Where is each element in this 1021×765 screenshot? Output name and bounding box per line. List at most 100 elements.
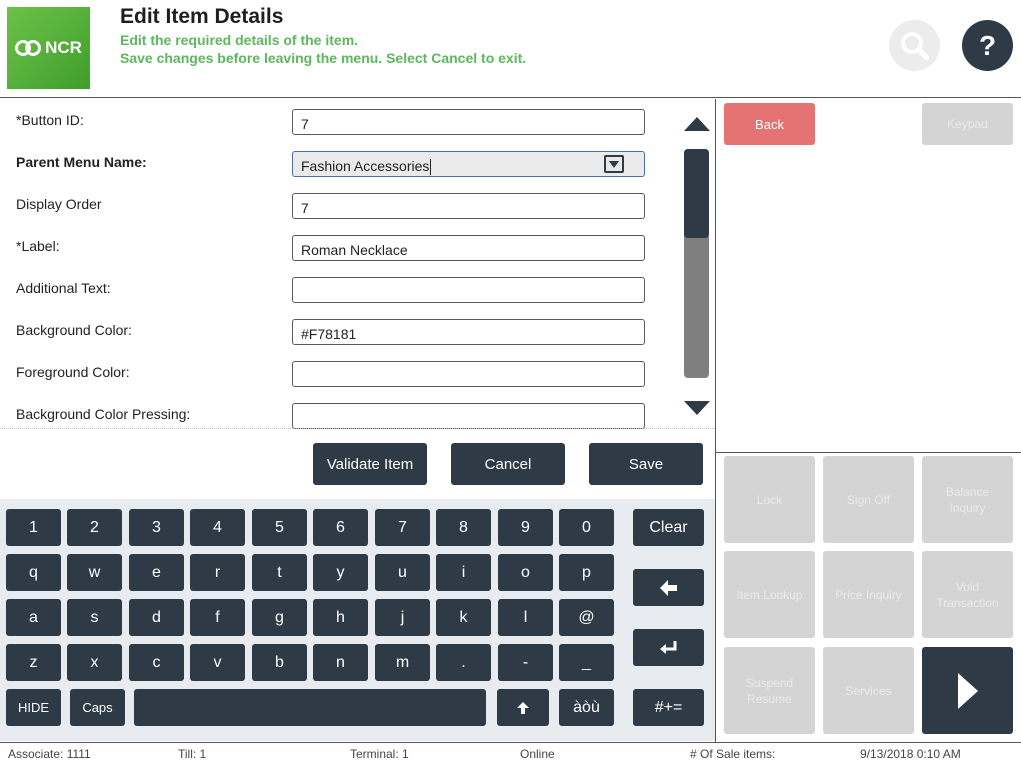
additional-text-input[interactable] bbox=[292, 277, 645, 303]
scroll-up-arrow-icon[interactable] bbox=[684, 117, 710, 131]
key-q[interactable]: q bbox=[6, 554, 61, 591]
arrow-left-icon bbox=[659, 579, 677, 596]
page-title: Edit Item Details bbox=[120, 5, 284, 28]
key-underscore[interactable]: _ bbox=[559, 644, 614, 681]
key-1[interactable]: 1 bbox=[6, 509, 61, 546]
key-hyphen[interactable]: - bbox=[498, 644, 553, 681]
key-g[interactable]: g bbox=[252, 599, 307, 636]
balance-inquiry-button[interactable]: Balance Inquiry bbox=[922, 456, 1013, 543]
sale-items-count: # Of Sale items: bbox=[690, 747, 776, 761]
key-period[interactable]: . bbox=[436, 644, 491, 681]
page-subtitle-1: Edit the required details of the item. bbox=[120, 32, 359, 48]
button-id-input[interactable]: 7 bbox=[292, 109, 645, 135]
key-c[interactable]: c bbox=[129, 644, 184, 681]
key-s[interactable]: s bbox=[67, 599, 122, 636]
sign-off-button[interactable]: Sign Off bbox=[823, 456, 914, 543]
background-color-input[interactable]: #F78181 bbox=[292, 319, 645, 345]
key-at[interactable]: @ bbox=[559, 599, 614, 636]
key-y[interactable]: y bbox=[313, 554, 368, 591]
item-details-form: *Button ID: 7 Parent Menu Name: Fashion … bbox=[0, 99, 715, 429]
scrollbar-thumb[interactable] bbox=[684, 149, 709, 238]
key-l[interactable]: l bbox=[498, 599, 553, 636]
parent-menu-name-value: Fashion Accessories bbox=[301, 158, 430, 174]
backspace-key[interactable] bbox=[633, 569, 704, 606]
help-button[interactable]: ? bbox=[962, 20, 1013, 71]
key-f[interactable]: f bbox=[190, 599, 245, 636]
item-lookup-button[interactable]: Item Lookup bbox=[724, 551, 815, 638]
key-7[interactable]: 7 bbox=[375, 509, 430, 546]
label-input[interactable]: Roman Necklace bbox=[292, 235, 645, 261]
ncr-logo: NCR bbox=[7, 7, 90, 89]
display-order-input[interactable]: 7 bbox=[292, 193, 645, 219]
search-button[interactable] bbox=[889, 20, 940, 71]
additional-text-label: Additional Text: bbox=[16, 280, 111, 296]
key-e[interactable]: e bbox=[129, 554, 184, 591]
key-b[interactable]: b bbox=[252, 644, 307, 681]
key-o[interactable]: o bbox=[498, 554, 553, 591]
key-k[interactable]: k bbox=[436, 599, 491, 636]
symbols-key[interactable]: #+= bbox=[633, 689, 704, 726]
key-r[interactable]: r bbox=[190, 554, 245, 591]
price-inquiry-button[interactable]: Price Inquiry bbox=[823, 551, 914, 638]
label-label: *Label: bbox=[16, 238, 60, 254]
key-p[interactable]: p bbox=[559, 554, 614, 591]
key-j[interactable]: j bbox=[375, 599, 430, 636]
logo-text: NCR bbox=[45, 38, 82, 57]
services-button[interactable]: Services bbox=[823, 647, 914, 734]
key-8[interactable]: 8 bbox=[436, 509, 491, 546]
background-color-label: Background Color: bbox=[16, 322, 132, 338]
caps-key[interactable]: Caps bbox=[70, 689, 125, 726]
clear-key[interactable]: Clear bbox=[633, 509, 704, 546]
key-3[interactable]: 3 bbox=[129, 509, 184, 546]
key-m[interactable]: m bbox=[375, 644, 430, 681]
key-x[interactable]: x bbox=[67, 644, 122, 681]
associate-status: Associate: 1111 bbox=[8, 747, 91, 761]
chevron-down-icon[interactable] bbox=[604, 155, 624, 173]
hide-keyboard-key[interactable]: HIDE bbox=[6, 689, 61, 726]
key-9[interactable]: 9 bbox=[498, 509, 553, 546]
key-h[interactable]: h bbox=[313, 599, 368, 636]
parent-menu-name-select[interactable]: Fashion Accessories bbox=[292, 151, 645, 177]
help-icon: ? bbox=[978, 29, 997, 61]
cancel-button[interactable]: Cancel bbox=[451, 443, 565, 485]
key-a[interactable]: a bbox=[6, 599, 61, 636]
enter-key[interactable] bbox=[633, 629, 704, 666]
suspend-resume-button[interactable]: Suspend Resume bbox=[724, 647, 815, 734]
key-5[interactable]: 5 bbox=[252, 509, 307, 546]
scrollbar-track[interactable] bbox=[684, 149, 709, 378]
button-id-label: *Button ID: bbox=[16, 112, 84, 128]
key-2[interactable]: 2 bbox=[67, 509, 122, 546]
key-z[interactable]: z bbox=[6, 644, 61, 681]
display-order-label: Display Order bbox=[16, 196, 102, 212]
key-n[interactable]: n bbox=[313, 644, 368, 681]
background-color-pressing-input[interactable] bbox=[292, 403, 645, 429]
space-key[interactable] bbox=[134, 689, 486, 726]
key-v[interactable]: v bbox=[190, 644, 245, 681]
key-i[interactable]: i bbox=[436, 554, 491, 591]
ncr-rings-icon bbox=[15, 40, 43, 56]
save-button[interactable]: Save bbox=[589, 443, 703, 485]
next-page-button[interactable] bbox=[922, 647, 1013, 734]
key-w[interactable]: w bbox=[67, 554, 122, 591]
scroll-down-arrow-icon[interactable] bbox=[684, 401, 710, 415]
page-subtitle-2: Save changes before leaving the menu. Se… bbox=[120, 50, 527, 66]
keypad-button[interactable]: Keypad bbox=[922, 103, 1013, 145]
validate-item-button[interactable]: Validate Item bbox=[313, 443, 427, 485]
lock-button[interactable]: Lock bbox=[724, 456, 815, 543]
shift-key[interactable] bbox=[497, 689, 549, 726]
on-screen-keyboard: 1 2 3 4 5 6 7 8 9 0 Clear q w e r t y u … bbox=[0, 499, 715, 741]
key-d[interactable]: d bbox=[129, 599, 184, 636]
key-u[interactable]: u bbox=[375, 554, 430, 591]
key-0[interactable]: 0 bbox=[559, 509, 614, 546]
foreground-color-input[interactable] bbox=[292, 361, 645, 387]
background-color-pressing-label: Background Color Pressing: bbox=[16, 406, 191, 422]
key-4[interactable]: 4 bbox=[190, 509, 245, 546]
key-t[interactable]: t bbox=[252, 554, 307, 591]
back-button[interactable]: Back bbox=[724, 103, 815, 145]
till-status: Till: 1 bbox=[178, 747, 207, 761]
void-transaction-button[interactable]: Void Transaction bbox=[922, 551, 1013, 638]
key-6[interactable]: 6 bbox=[313, 509, 368, 546]
accents-key[interactable]: àòù bbox=[559, 689, 614, 726]
chevron-right-icon bbox=[957, 672, 978, 709]
header: NCR Edit Item Details Edit the required … bbox=[0, 0, 1021, 98]
